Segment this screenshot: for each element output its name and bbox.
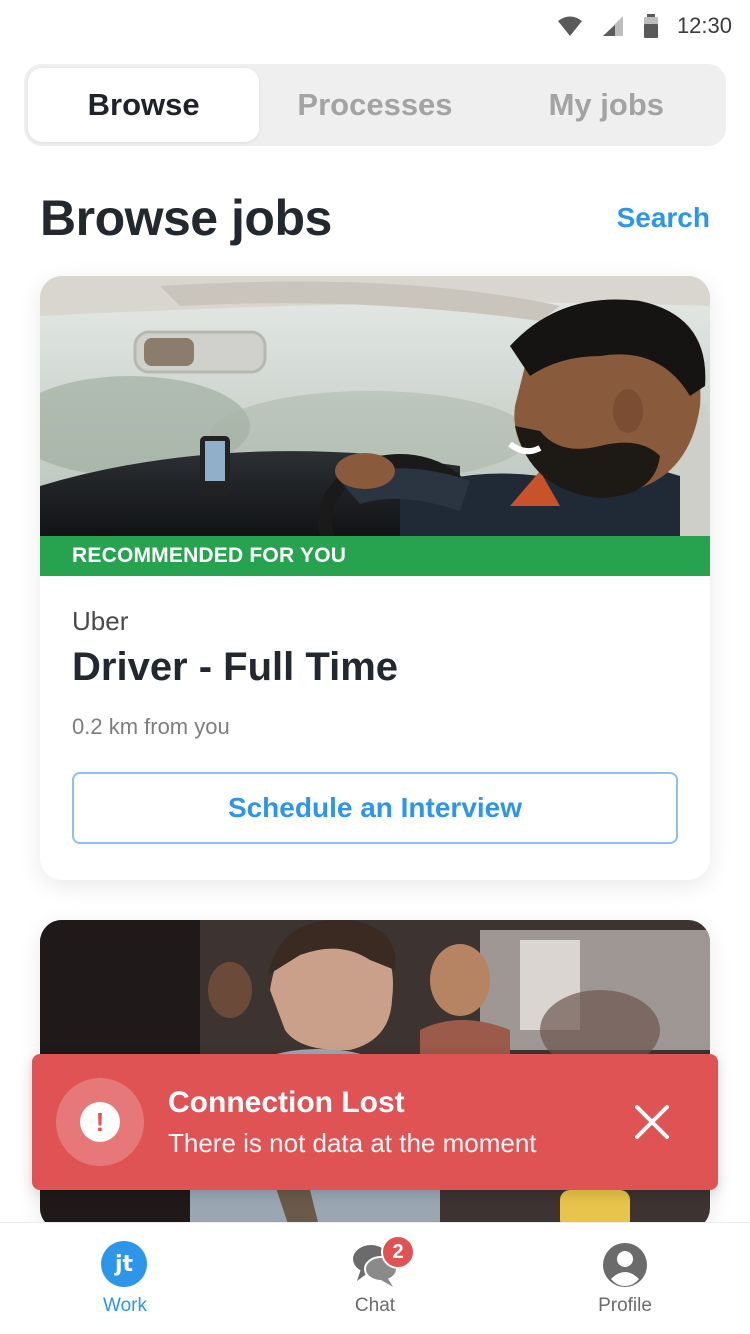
job-card[interactable]: RECOMMENDED FOR YOU Uber Driver - Full T…	[40, 276, 710, 880]
search-link[interactable]: Search	[617, 202, 710, 234]
tab-browse[interactable]: Browse	[28, 68, 260, 142]
chat-icon: 2	[351, 1235, 415, 1289]
cell-signal-icon	[602, 16, 623, 36]
chat-badge: 2	[381, 1235, 415, 1269]
page-title: Browse jobs	[40, 190, 332, 246]
battery-icon	[643, 14, 658, 38]
job-title: Driver - Full Time	[72, 645, 399, 689]
nav-item-profile[interactable]: Profile	[500, 1223, 750, 1334]
company-name: Uber	[72, 606, 129, 636]
close-toast-button[interactable]	[620, 1090, 684, 1154]
connection-lost-toast: ! Connection Lost There is not data at t…	[32, 1054, 718, 1190]
nav-item-chat[interactable]: 2 Chat	[250, 1223, 500, 1334]
driver-photo	[40, 276, 710, 536]
profile-icon	[601, 1241, 649, 1289]
toast-title: Connection Lost	[168, 1085, 405, 1119]
toast-text: Connection Lost There is not data at the…	[168, 1086, 620, 1159]
schedule-interview-button[interactable]: Schedule an Interview	[72, 772, 678, 844]
segmented-tabs: Browse Processes My jobs	[24, 64, 726, 146]
nav-item-work[interactable]: jt Work	[0, 1223, 250, 1334]
bottom-nav: jt Work 2 Chat Profile	[0, 1222, 750, 1334]
status-time: 12:30	[676, 13, 732, 38]
nav-label-work: Work	[103, 1295, 147, 1316]
tab-processes[interactable]: Processes	[259, 68, 490, 142]
jt-logo: jt	[101, 1241, 147, 1287]
nav-label-profile: Profile	[598, 1295, 652, 1316]
card-body: Uber Driver - Full Time 0.2 km from you …	[40, 576, 710, 844]
nav-label-chat: Chat	[354, 1295, 396, 1316]
wifi-icon	[557, 16, 582, 36]
page-header: Browse jobs Search	[40, 186, 710, 250]
alert-icon-wrap: !	[56, 1078, 144, 1166]
recommended-banner: RECOMMENDED FOR YOU	[40, 536, 710, 576]
jt-logo-icon: jt	[101, 1241, 149, 1289]
toast-message: There is not data at the moment	[168, 1127, 537, 1158]
tab-my-jobs[interactable]: My jobs	[491, 68, 722, 142]
alert-icon: !	[80, 1102, 120, 1142]
close-icon	[635, 1105, 669, 1139]
status-bar: 12:30	[0, 0, 750, 52]
job-distance: 0.2 km from you	[72, 714, 230, 739]
